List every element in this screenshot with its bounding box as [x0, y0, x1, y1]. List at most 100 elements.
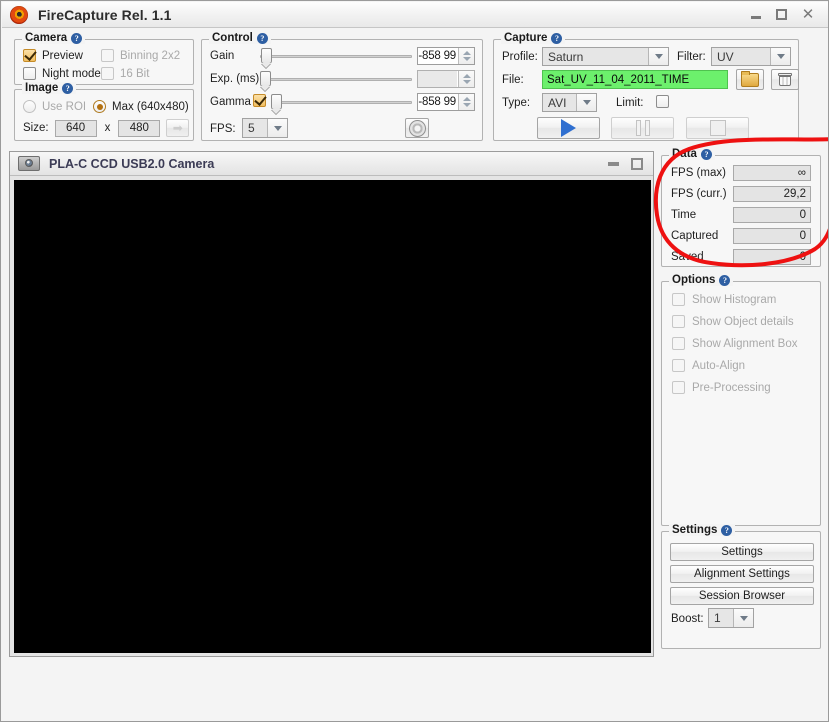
show-histogram-label: Show Histogram	[692, 293, 777, 306]
options-group-label: Options	[672, 274, 716, 286]
data-group: Data ? FPS (max) ∞ FPS (curr.) 29,2 Time…	[661, 148, 821, 267]
gamma-spinner[interactable]: -858 99	[417, 93, 475, 111]
help-icon[interactable]: ?	[719, 274, 731, 286]
profile-value: Saturn	[548, 49, 584, 64]
options-group: Options ? Show Histogram Show Object det…	[661, 274, 821, 526]
exposure-slider-knob[interactable]	[260, 71, 271, 87]
camera-maximize-button[interactable]	[631, 157, 643, 170]
fps-select-arrow[interactable]	[267, 119, 287, 137]
night-mode-checkbox-row[interactable]: Night mode	[23, 67, 101, 80]
exposure-spinner[interactable]	[417, 70, 475, 88]
type-select[interactable]: AVI	[542, 93, 597, 112]
capture-group: Capture ? Profile: Saturn Filter: UV Fil…	[493, 32, 799, 141]
preview-checkbox-row[interactable]: Preview	[23, 49, 83, 62]
help-icon[interactable]: ?	[256, 32, 268, 44]
filter-value: UV	[717, 49, 734, 64]
option-show-alignment-box[interactable]: Show Alignment Box	[672, 337, 812, 350]
gain-slider-knob[interactable]	[261, 48, 272, 64]
night-mode-checkbox[interactable]	[23, 67, 36, 80]
browse-folder-button[interactable]	[736, 69, 764, 90]
help-icon[interactable]: ?	[551, 32, 563, 44]
folder-icon	[741, 70, 759, 87]
show-alignment-box-checkbox[interactable]	[672, 337, 685, 350]
binning-checkbox	[101, 49, 114, 62]
chevron-down-icon[interactable]	[462, 103, 471, 107]
limit-checkbox[interactable]	[656, 95, 669, 108]
max-resolution-label: Max (640x480)	[112, 100, 189, 113]
help-icon[interactable]: ?	[721, 524, 733, 536]
type-select-arrow[interactable]	[576, 94, 596, 111]
boost-select[interactable]: 1	[708, 608, 754, 628]
use-roi-radio-row[interactable]: Use ROI	[23, 100, 86, 113]
gain-spinner-buttons[interactable]	[458, 48, 474, 64]
show-histogram-checkbox[interactable]	[672, 293, 685, 306]
exposure-slider[interactable]	[260, 71, 412, 87]
roi-width-input[interactable]: 640	[54, 119, 97, 137]
camera-minimize-button[interactable]	[608, 161, 619, 166]
camera-settings-button[interactable]	[405, 118, 429, 138]
max-resolution-radio[interactable]	[93, 100, 106, 113]
record-button[interactable]	[537, 117, 600, 139]
auto-align-checkbox[interactable]	[672, 359, 685, 372]
chevron-up-icon[interactable]	[462, 97, 471, 101]
fps-value: 5	[248, 121, 255, 135]
profile-select[interactable]: Saturn	[542, 47, 669, 66]
gamma-value[interactable]: -858 99	[418, 94, 458, 110]
profile-select-arrow[interactable]	[648, 48, 668, 65]
exposure-spinner-buttons[interactable]	[458, 71, 474, 87]
maximize-button[interactable]	[775, 8, 789, 22]
gain-slider[interactable]	[260, 48, 412, 64]
max-resolution-radio-row[interactable]: Max (640x480)	[93, 100, 189, 113]
use-roi-radio[interactable]	[23, 100, 36, 113]
pre-processing-checkbox[interactable]	[672, 381, 685, 394]
gain-spinner[interactable]: -858 99	[417, 47, 475, 65]
gear-icon	[408, 119, 426, 137]
captured-value: 0	[733, 228, 811, 244]
option-show-histogram[interactable]: Show Histogram	[672, 293, 812, 306]
gamma-slider-knob[interactable]	[271, 94, 282, 110]
time-label: Time	[671, 209, 697, 221]
gain-slider-track[interactable]	[260, 55, 412, 58]
chevron-up-icon[interactable]	[462, 74, 471, 78]
boost-select-arrow[interactable]	[733, 609, 753, 627]
chevron-down-icon[interactable]	[462, 57, 471, 61]
filter-select[interactable]: UV	[711, 47, 791, 66]
minimize-button[interactable]	[749, 8, 763, 22]
gain-value[interactable]: -858 99	[418, 48, 458, 64]
help-icon[interactable]: ?	[71, 32, 83, 44]
exposure-value[interactable]	[418, 71, 458, 87]
file-label: File:	[502, 74, 524, 86]
file-name-input[interactable]: Sat_UV_11_04_2011_TIME	[542, 70, 728, 89]
gamma-checkbox[interactable]	[253, 94, 266, 107]
firecapture-window: FireCapture Rel. 1.1 ✕ Camera ? Preview …	[0, 0, 829, 722]
night-mode-label: Night mode	[42, 67, 101, 80]
settings-button[interactable]: Settings	[670, 543, 814, 561]
gamma-slider-track[interactable]	[271, 101, 412, 104]
option-pre-processing[interactable]: Pre-Processing	[672, 381, 812, 394]
roi-height-input[interactable]: 480	[118, 119, 161, 137]
gamma-slider[interactable]	[271, 94, 412, 110]
pre-processing-label: Pre-Processing	[692, 381, 771, 394]
data-row: Captured 0	[671, 228, 811, 244]
camera-video-area[interactable]	[14, 180, 651, 653]
exposure-slider-track[interactable]	[260, 78, 412, 81]
preview-checkbox[interactable]	[23, 49, 36, 62]
options-list: Show Histogram Show Object details Show …	[672, 293, 812, 403]
show-object-details-checkbox[interactable]	[672, 315, 685, 328]
fps-select[interactable]: 5	[242, 118, 288, 138]
close-button[interactable]: ✕	[801, 7, 815, 22]
help-icon[interactable]: ?	[700, 148, 712, 160]
chevron-down-icon[interactable]	[462, 80, 471, 84]
delete-file-button[interactable]	[771, 69, 799, 90]
option-auto-align[interactable]: Auto-Align	[672, 359, 812, 372]
option-show-object-details[interactable]: Show Object details	[672, 315, 812, 328]
alignment-settings-button[interactable]: Alignment Settings	[670, 565, 814, 583]
gamma-spinner-buttons[interactable]	[458, 94, 474, 110]
help-icon[interactable]: ?	[62, 82, 74, 94]
time-value: 0	[733, 207, 811, 223]
filter-select-arrow[interactable]	[770, 48, 790, 65]
session-browser-button[interactable]: Session Browser	[670, 587, 814, 605]
pause-icon	[635, 120, 650, 136]
window-title: FireCapture Rel. 1.1	[38, 6, 172, 23]
chevron-up-icon[interactable]	[462, 51, 471, 55]
